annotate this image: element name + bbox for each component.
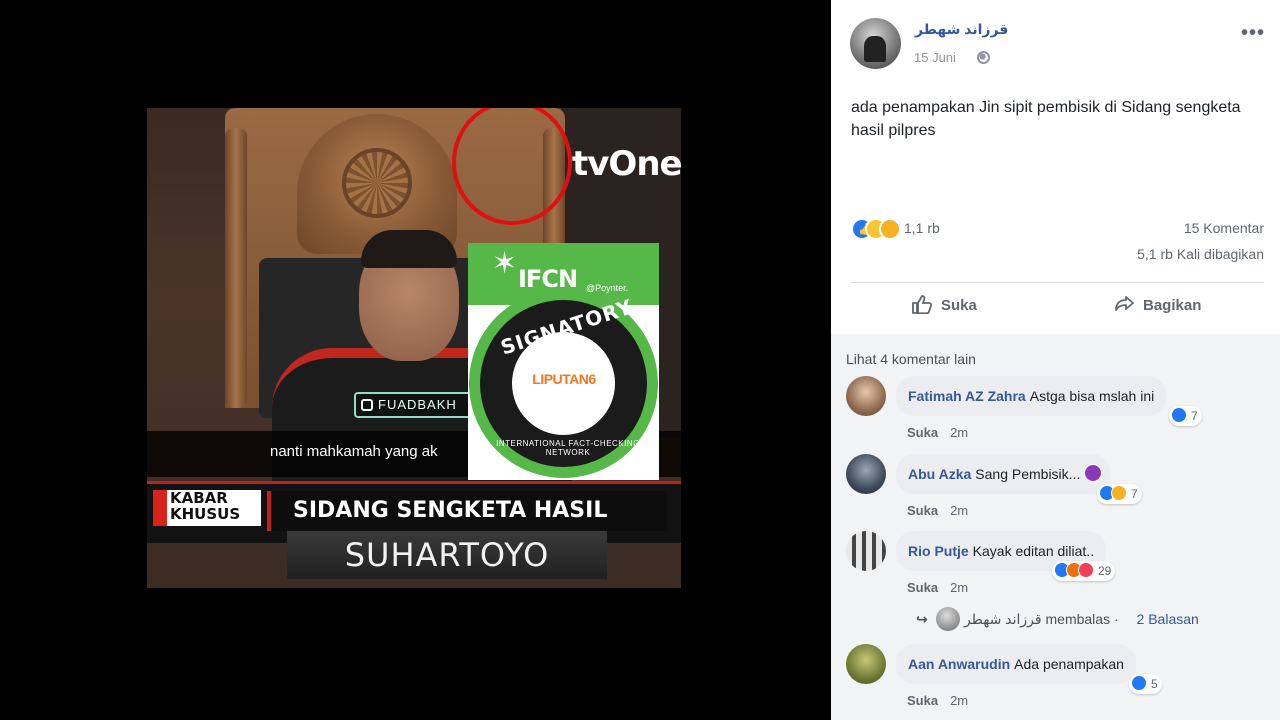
love-mini-icon <box>1078 562 1094 578</box>
ifcn-label: IFCN <box>518 265 578 293</box>
reply-arrow-icon: ↪ <box>916 611 928 627</box>
chair-rosette <box>342 148 412 218</box>
photo-viewer: tvOne FUADBAKH nanti mahkamah yang ak KA… <box>0 0 831 720</box>
comment-count[interactable]: 15 Komentar <box>1184 220 1264 236</box>
share-icon <box>1115 296 1134 311</box>
reply-count[interactable]: 2 Balasan <box>1137 611 1199 627</box>
comment-time[interactable]: 2m <box>950 580 968 595</box>
comment-text: Ada penampakan <box>1014 656 1124 672</box>
comment-time[interactable]: 2m <box>950 693 968 708</box>
comment-reaction-count: 7 <box>1131 487 1138 501</box>
like-button-label: Suka <box>941 297 977 314</box>
subtitle-text: nanti mahkamah yang ak <box>270 443 438 460</box>
devil-emoji-icon <box>1084 464 1103 482</box>
watermark-text: FUADBAKH <box>378 397 457 412</box>
like-mini-icon <box>1171 407 1187 423</box>
star-icon: ✶ <box>492 247 518 280</box>
kabar-label: KABAR <box>170 489 228 507</box>
comment-reactions[interactable]: 7 <box>1169 406 1202 426</box>
comment-like-link[interactable]: Suka <box>907 503 938 518</box>
comment-like-link[interactable]: Suka <box>907 693 938 708</box>
comment-reactions[interactable]: 5 <box>1129 674 1162 694</box>
comment-meta: Suka 2m <box>907 503 968 518</box>
commenter-avatar[interactable] <box>846 531 886 571</box>
more-options-icon[interactable]: ••• <box>1241 22 1265 45</box>
comment-reaction-count: 7 <box>1191 409 1198 423</box>
share-button-label: Bagikan <box>1143 297 1202 314</box>
share-count[interactable]: 5,1 rb Kali dibagikan <box>1137 246 1264 262</box>
post-panel: قرزاند شهطر 15 Juni ••• ada penampakan J… <box>831 0 1280 720</box>
khusus-label: KHUSUS <box>170 505 241 523</box>
comment-meta: Suka 2m <box>907 580 968 595</box>
commenter-avatar[interactable] <box>846 376 886 416</box>
comment-reaction-count: 5 <box>1151 677 1158 691</box>
author-avatar[interactable] <box>850 18 901 69</box>
globe-icon <box>977 51 990 64</box>
reply-author: قرزاند شهطر <box>964 611 1042 627</box>
reply-thread-link[interactable]: ↪ قرزاند شهطر membalas · 2 Balasan <box>916 604 1199 634</box>
post-date[interactable]: 15 Juni <box>914 50 956 65</box>
commenter-avatar[interactable] <box>846 454 886 494</box>
comment-text: Astga bisa mslah ini <box>1029 388 1155 404</box>
kabar-khusus-logo: KABAR KHUSUS <box>153 490 261 526</box>
commenter-name[interactable]: Aan Anwarudin <box>908 656 1010 672</box>
reply-action: membalas <box>1045 611 1111 627</box>
news-headline: SIDANG SENGKETA HASIL PILPRES <box>267 491 667 563</box>
author-name[interactable]: قرزاند شهطر <box>915 21 1008 38</box>
comment-meta: Suka 2m <box>907 425 968 440</box>
like-mini-icon <box>1131 675 1147 691</box>
comment-like-link[interactable]: Suka <box>907 425 938 440</box>
comment-like-link[interactable]: Suka <box>907 580 938 595</box>
publisher-logo: LIPUTAN6 <box>532 371 596 387</box>
comment-time[interactable]: 2m <box>950 425 968 440</box>
judge-hair <box>361 230 457 268</box>
commenter-name[interactable]: Fatimah AZ Zahra <box>908 388 1026 404</box>
comment-bubble: Abu Azka Sang Pembisik... <box>896 454 1111 494</box>
comment-reactions[interactable]: 7 <box>1097 484 1142 504</box>
commenter-avatar[interactable] <box>846 644 886 684</box>
comments-section: Lihat 4 komentar lain Fatimah AZ Zahra As… <box>831 334 1280 720</box>
reaction-count[interactable]: 1,1 rb <box>904 220 940 236</box>
comment-meta: Suka 2m <box>907 693 968 708</box>
chair-post-left <box>225 128 247 408</box>
wow-mini-icon <box>1111 485 1127 501</box>
view-more-comments-link[interactable]: Lihat 4 komentar lain <box>846 351 976 367</box>
ifcn-signatory-badge: ✶ IFCN @Poynter. SIGNATORY LIPUTAN6 INTE… <box>468 243 659 480</box>
divider-top <box>851 282 1264 283</box>
comment-bubble: Aan Anwarudin Ada penampakan <box>896 644 1136 684</box>
reply-avatar <box>936 607 960 631</box>
poynter-label: @Poynter. <box>586 283 629 293</box>
tvone-logo-text: tvOne <box>572 144 681 184</box>
wow-reaction-icon <box>879 218 901 240</box>
thumb-up-icon <box>912 295 933 314</box>
comment-reaction-count: 29 <box>1098 564 1112 578</box>
comment-text: Kayak editan diliat.. <box>972 543 1095 559</box>
comment-time[interactable]: 2m <box>950 503 968 518</box>
post-text: ada penampakan Jin sipit pembisik di Sid… <box>851 99 1241 139</box>
commenter-name[interactable]: Rio Putje <box>908 543 969 559</box>
comment-reactions[interactable]: 29 <box>1052 561 1116 581</box>
comment-text: Sang Pembisik... <box>975 466 1081 482</box>
nameplate: SUHARTOYO <box>287 531 607 579</box>
network-label: INTERNATIONAL FACT-CHECKING NETWORK <box>496 439 640 457</box>
comment-bubble: Fatimah AZ Zahra Astga bisa mslah ini <box>896 376 1167 416</box>
like-button[interactable]: Suka <box>911 294 977 320</box>
share-button[interactable]: Bagikan <box>1113 294 1201 320</box>
instagram-icon <box>361 399 373 411</box>
tvone-logo: tvOne <box>572 144 681 184</box>
commenter-name[interactable]: Abu Azka <box>908 466 971 482</box>
instagram-watermark: FUADBAKH <box>354 392 474 418</box>
